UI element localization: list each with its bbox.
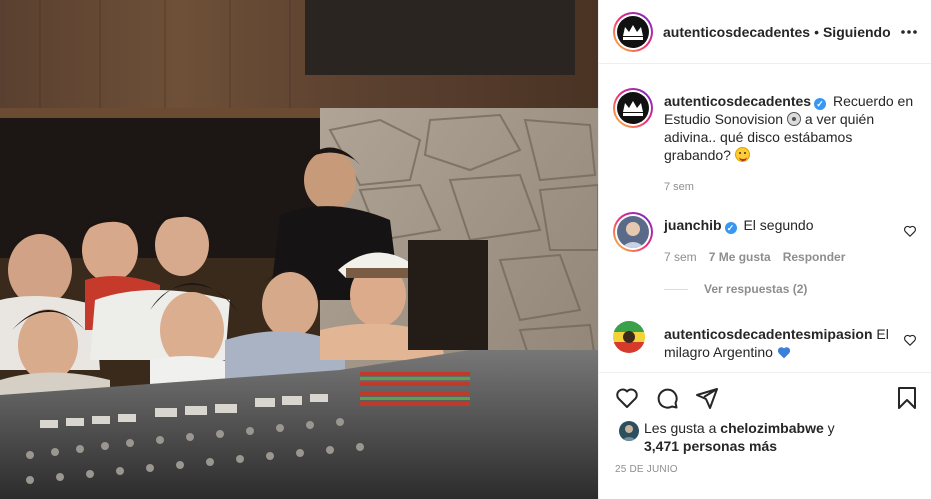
post-side-panel: autenticosdecadentes • Siguiendo autenti… [598,0,931,499]
comment-icon[interactable] [655,386,679,410]
blue-heart-emoji-icon [777,347,790,359]
comment-text: autenticosdecadentesmipasion El milagro … [664,325,904,361]
winking-face-emoji-icon [734,147,750,162]
heart-icon[interactable] [615,386,639,410]
comment-likes-count[interactable]: 7 Me gusta [709,250,771,264]
divider-line [664,288,688,290]
reply-button[interactable]: Responder [783,250,846,264]
comment-time: 7 sem [664,250,697,264]
commenter-avatar[interactable] [613,321,645,353]
verified-badge-icon: ✓ [724,222,737,234]
view-replies-label: Ver respuestas (2) [704,282,808,296]
likes-conjunction: y [827,420,835,436]
post-header: autenticosdecadentes • Siguiendo [599,0,931,64]
verified-badge-icon: ✓ [814,98,827,110]
comment-body: El segundo [743,217,814,233]
likes-others-count[interactable]: 3,471 personas más [644,437,777,455]
caption-avatar[interactable] [613,88,653,128]
crown-logo-icon [617,92,649,124]
post-photo[interactable] [0,0,598,499]
comment-meta: 7 sem 7 Me gusta Responder [664,250,845,264]
commenter-avatar[interactable] [613,212,653,252]
separator-dot: • [814,23,819,40]
more-options-icon[interactable] [900,24,918,40]
caption-time: 7 sem [664,181,694,193]
caption-text: autenticosdecadentes ✓ Recuerdo en Estudi… [664,92,914,164]
comment-username[interactable]: autenticosdecadentesmipasion [664,326,873,342]
likes-prefix: Les gusta a [644,420,717,436]
juanchib-avatar-icon [617,216,649,248]
studio-photo-image [0,0,598,499]
comment-like-heart-icon[interactable] [903,333,917,347]
fan-page-avatar-icon [613,321,645,353]
crown-logo-icon [617,15,649,48]
share-icon[interactable] [695,386,719,410]
comment-username[interactable]: juanchib [664,217,722,233]
likes-line-1: Les gusta a chelozimbabwe y [644,419,835,437]
view-replies-button[interactable]: Ver respuestas (2) [664,282,807,296]
liker-avatar[interactable] [619,421,639,441]
post-date[interactable]: 25 DE JUNIO [615,464,678,475]
post-actions-section: Les gusta a chelozimbabwe y 3,471 person… [599,372,931,499]
bookmark-icon[interactable] [895,386,919,410]
author-avatar[interactable] [613,11,653,52]
comment-like-heart-icon[interactable] [903,224,917,238]
cd-emoji-icon [786,112,801,126]
author-username[interactable]: autenticosdecadentes [663,24,810,40]
liker-username[interactable]: chelozimbabwe [720,420,823,436]
follow-status-button[interactable]: Siguiendo [823,24,891,40]
caption-username[interactable]: autenticosdecadentes [664,93,811,109]
comment-text: juanchib ✓ El segundo [664,216,889,234]
